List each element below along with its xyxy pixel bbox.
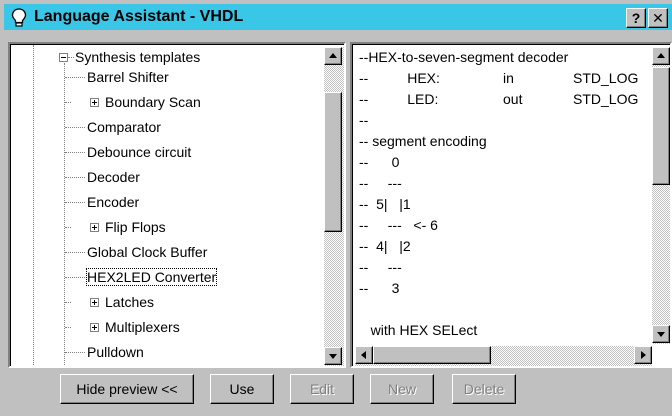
code-viewport: --HEX-to-seven-segment decoder -- HEX: in S… xyxy=(352,44,670,366)
tree-item[interactable]: Debounce circuit xyxy=(87,140,191,165)
tree-connector xyxy=(65,327,71,328)
tree-connector xyxy=(65,352,85,353)
window-title: Language Assistant - VHDL xyxy=(34,8,244,25)
tree-connector xyxy=(65,177,85,178)
language-assistant-window: Language Assistant - VHDL ? ✕ Synthesis … xyxy=(0,0,672,416)
tree-item[interactable]: Encoder xyxy=(87,190,139,215)
preview-hscroll-thumb[interactable] xyxy=(373,346,491,364)
code-line: -- --- xyxy=(359,259,402,275)
tree-connector xyxy=(65,277,85,278)
tree-item-label: Decoder xyxy=(87,169,140,185)
expand-icon[interactable] xyxy=(90,223,99,232)
code-line: -- 5| |1 xyxy=(359,196,411,212)
tree-item-label: Global Clock Buffer xyxy=(87,244,208,260)
tree-connector xyxy=(65,127,85,128)
code-line: -- 4| |2 xyxy=(359,238,411,254)
code-line: -- LED: xyxy=(359,91,439,107)
tree-item-label: Boundary Scan xyxy=(105,94,201,110)
tree-connector xyxy=(65,102,71,103)
scroll-up-button[interactable] xyxy=(652,47,670,65)
code-line: -- 0 xyxy=(359,154,400,170)
tree-item-label: Latches xyxy=(105,294,155,310)
tree-item[interactable]: Boundary Scan xyxy=(105,90,201,115)
tree-item-label: Comparator xyxy=(87,119,161,135)
code-port-direction: out xyxy=(503,91,523,107)
arrow-right-icon xyxy=(641,351,646,359)
tree-item[interactable]: Latches xyxy=(105,290,154,315)
new-button[interactable]: New xyxy=(370,374,434,404)
collapse-icon[interactable] xyxy=(59,53,68,62)
tree-item-label: Debounce circuit xyxy=(87,144,192,160)
arrow-up-icon xyxy=(657,53,665,58)
tree-scrollbar[interactable] xyxy=(324,47,344,366)
tree-item-label: Barrel Shifter xyxy=(87,69,169,85)
tree-item[interactable]: Multiplexers xyxy=(105,315,180,340)
tree-item[interactable]: Decoder xyxy=(87,165,140,190)
preview-vscroll-thumb[interactable] xyxy=(652,67,670,185)
tree-item[interactable]: Comparator xyxy=(87,115,161,140)
tree-item[interactable]: Pulldown xyxy=(87,340,144,365)
tree-item-label: HEX2LED Converter xyxy=(85,268,218,286)
code-line: -- HEX: xyxy=(359,70,440,86)
tree-connector xyxy=(65,302,71,303)
code-line: -- xyxy=(359,112,369,128)
scroll-down-button[interactable] xyxy=(652,325,670,343)
code-port-type: STD_LOG xyxy=(573,91,639,107)
preview-hscrollbar[interactable] xyxy=(355,346,652,366)
code-line: -- segment encoding xyxy=(359,133,487,149)
hide-preview-button[interactable]: Hide preview << xyxy=(60,374,194,404)
arrow-up-icon xyxy=(329,53,337,58)
tree-connector xyxy=(65,252,85,253)
tree-connector xyxy=(68,57,74,58)
title-bar[interactable]: Language Assistant - VHDL ? ✕ xyxy=(4,4,672,30)
template-tree[interactable]: Synthesis templates Barrel Shifter Bounda… xyxy=(8,42,346,368)
tree-connector xyxy=(65,77,85,78)
code-line: --HEX-to-seven-segment decoder xyxy=(359,49,569,65)
scroll-down-button[interactable] xyxy=(324,347,342,365)
tree-item[interactable]: Barrel Shifter xyxy=(87,65,169,90)
tree-item-label: Multiplexers xyxy=(105,319,180,335)
tree-item[interactable]: Flip Flops xyxy=(105,215,166,240)
code-port-type: STD_LOG xyxy=(573,70,639,86)
expand-icon[interactable] xyxy=(90,298,99,307)
edit-button[interactable]: Edit xyxy=(290,374,354,404)
code-port-direction: in xyxy=(503,70,514,86)
arrow-down-icon xyxy=(657,332,665,337)
arrow-down-icon xyxy=(329,354,337,359)
tree-connector xyxy=(65,152,85,153)
tree-item[interactable]: Global Clock Buffer xyxy=(87,240,207,265)
code-line: -- --- xyxy=(359,175,402,191)
tree-item-label: Flip Flops xyxy=(105,219,166,235)
lightbulb-icon xyxy=(11,8,27,27)
use-button[interactable]: Use xyxy=(210,374,274,404)
tree-connector xyxy=(65,202,85,203)
close-button[interactable]: ✕ xyxy=(648,8,668,28)
tree-guide-line xyxy=(33,45,34,366)
tree-item-label: Pulldown xyxy=(87,344,144,360)
scroll-up-button[interactable] xyxy=(324,47,342,65)
code-line: -- 3 xyxy=(359,280,400,296)
tree-connector xyxy=(65,227,71,228)
tree-viewport: Synthesis templates Barrel Shifter Bounda… xyxy=(10,44,344,366)
tree-scroll-thumb[interactable] xyxy=(324,92,342,232)
scroll-left-button[interactable] xyxy=(355,346,373,364)
expand-icon[interactable] xyxy=(90,323,99,332)
tree-guide-line xyxy=(64,63,65,366)
tree-item[interactable]: HEX2LED Converter xyxy=(85,265,218,290)
expand-icon[interactable] xyxy=(90,98,99,107)
delete-button[interactable]: Delete xyxy=(452,374,516,404)
help-button[interactable]: ? xyxy=(626,8,646,28)
arrow-left-icon xyxy=(361,351,366,359)
code-preview[interactable]: --HEX-to-seven-segment decoder -- HEX: in S… xyxy=(350,42,672,368)
preview-vscrollbar[interactable] xyxy=(652,47,670,344)
code-line: -- --- <- 6 xyxy=(359,217,438,233)
code-line: with HEX SELect xyxy=(359,322,478,338)
scroll-right-button[interactable] xyxy=(634,346,652,364)
tree-item-label: Encoder xyxy=(87,194,140,210)
